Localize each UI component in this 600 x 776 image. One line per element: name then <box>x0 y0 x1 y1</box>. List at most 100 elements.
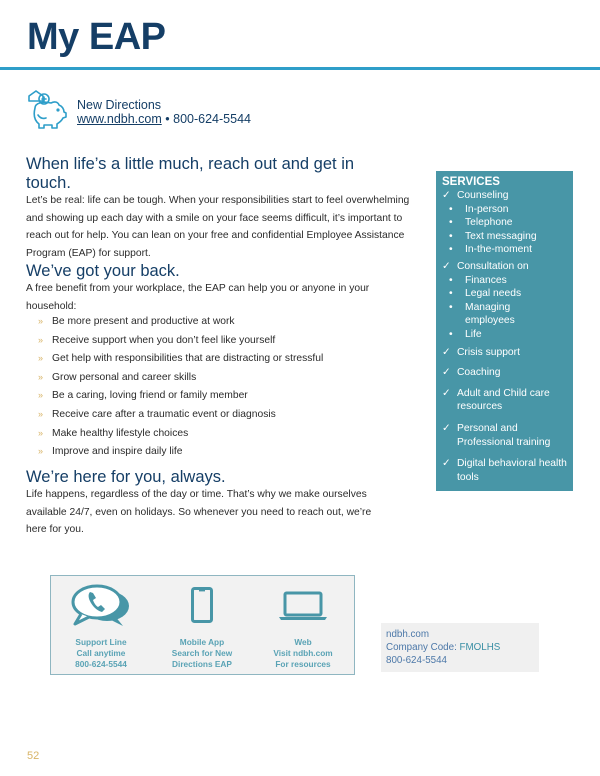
company-info-box: ndbh.com Company Code: FMOLHS 800-624-55… <box>381 623 539 672</box>
provider-name: New Directions <box>77 98 162 112</box>
list-item: » Make healthy lifestyle choices <box>38 424 323 443</box>
service-label: Crisis support <box>457 346 520 358</box>
service-item: ✓ Personal and Professional training <box>442 422 554 449</box>
bullet-marker-icon: » <box>38 390 44 401</box>
bullet-icon: • <box>449 328 453 340</box>
service-subitem: • Managing employees <box>446 301 536 328</box>
contact-option-line: For resources <box>275 659 331 669</box>
service-label: Consultation on <box>457 260 529 272</box>
piggy-bank-icon <box>28 90 67 129</box>
section-heading-got-your-back: We’ve got your back. <box>26 262 180 280</box>
provider-contact: www.ndbh.com • 800-624-5544 <box>77 112 251 126</box>
bullet-icon: • <box>449 217 453 229</box>
bullet-icon: • <box>449 230 453 242</box>
bullet-marker-icon: » <box>38 316 44 326</box>
contact-option-text: Support Line Call anytime 800-624-5544 <box>51 637 151 670</box>
contact-option-line: Visit ndbh.com <box>273 648 333 658</box>
service-subitem-label: Life <box>465 328 482 340</box>
service-label: Coaching <box>457 367 501 379</box>
list-item-text: Make healthy lifestyle choices <box>52 427 189 439</box>
section-body-reach-out: Let’s be real: life can be tough. When y… <box>26 195 410 259</box>
service-subitem: • Legal needs <box>446 287 573 301</box>
list-item-text: Get help with responsibilities that are … <box>52 353 324 365</box>
section-body-got-your-back: A free benefit from your workplace, the … <box>26 283 370 312</box>
bullet-marker-icon: » <box>38 446 44 457</box>
page-title: My EAP <box>27 16 166 58</box>
contact-option-title: Mobile App <box>179 637 225 647</box>
service-label: Counseling <box>457 190 509 201</box>
contact-option-line: Directions EAP <box>172 659 232 669</box>
service-label: Personal and Professional training <box>457 422 551 448</box>
phone-chat-icon <box>71 584 129 626</box>
contact-options-panel: Support Line Call anytime 800-624-5544 M… <box>50 575 355 675</box>
title-divider <box>0 67 600 70</box>
service-item: ✓ Consultation on <box>442 260 573 274</box>
checkmark-icon: ✓ <box>442 458 451 470</box>
company-code-value: FMOLHS <box>459 642 501 653</box>
contact-option-text: Web Visit ndbh.com For resources <box>253 637 353 670</box>
service-label: Adult and Child care resources <box>457 387 550 413</box>
service-sublist: • Finances • Legal needs • Managing employe… <box>446 274 573 342</box>
separator: • <box>165 112 170 126</box>
page-number: 52 <box>27 750 40 762</box>
checkmark-icon: ✓ <box>442 367 451 379</box>
service-subitem-label: Legal needs <box>465 288 522 300</box>
service-subitem-label: In-person <box>465 203 509 215</box>
contact-option-line: 800-624-5544 <box>75 659 127 669</box>
checkmark-icon: ✓ <box>442 387 451 399</box>
contact-option-text: Mobile App Search for New Directions EAP <box>152 637 252 670</box>
provider-website-link[interactable]: www.ndbh.com <box>77 112 162 126</box>
list-item-text: Receive support when you don’t feel like… <box>52 334 276 346</box>
service-subitem: • Telephone <box>446 216 573 230</box>
provider-header: New Directions www.ndbh.com • 800-624-55… <box>25 88 325 134</box>
service-item: ✓ Counseling <box>442 189 573 203</box>
info-phone: 800-624-5544 <box>386 655 448 666</box>
bullet-icon: • <box>449 288 453 300</box>
services-panel: SERVICES ✓ Counseling • In-person • Teleph… <box>436 171 573 491</box>
list-item: » Be more present and productive at work <box>38 312 323 331</box>
bullet-icon: • <box>449 203 453 215</box>
checkmark-icon: ✓ <box>442 260 451 272</box>
list-item: » Be a caring, loving friend or family me… <box>38 386 323 405</box>
section-heading-reach-out: When life’s a little much, reach out and… <box>26 155 355 192</box>
service-subitem-label: Telephone <box>465 217 513 229</box>
list-item-text: Be a caring, loving friend or family mem… <box>52 390 248 402</box>
service-item: ✓ Digital behavioral health tools <box>442 457 572 484</box>
checkmark-icon: ✓ <box>442 190 451 201</box>
service-subitem: • Life <box>446 328 573 342</box>
list-item: » Receive support when you don’t feel lik… <box>38 331 323 350</box>
bullet-icon: • <box>449 301 453 313</box>
service-item: ✓ Coaching <box>442 366 573 380</box>
section-heading-here-for-you: We’re here for you, always. <box>26 468 226 486</box>
service-item: ✓ Crisis support <box>442 346 573 360</box>
contact-option-line: Call anytime <box>76 648 126 658</box>
service-label: Digital behavioral health tools <box>457 458 567 483</box>
bullet-marker-icon: » <box>38 371 44 382</box>
contact-option-title: Web <box>294 637 312 647</box>
service-subitem-label: Text messaging <box>465 230 537 242</box>
info-website[interactable]: ndbh.com <box>386 628 539 641</box>
bullet-icon: • <box>449 244 453 256</box>
bullet-marker-icon: » <box>38 353 44 364</box>
list-item: » Get help with responsibilities that are… <box>38 349 323 368</box>
provider-phone: 800-624-5544 <box>173 112 251 126</box>
benefit-list: » Be more present and productive at work … <box>38 312 323 461</box>
list-item: » Grow personal and career skills <box>38 368 323 387</box>
bullet-marker-icon: » <box>38 334 44 345</box>
service-subitem: • In-person <box>446 203 573 217</box>
list-item-text: Receive care after a traumatic event or … <box>52 408 276 420</box>
service-subitem: • In-the-moment <box>446 243 573 257</box>
service-subitem: • Text messaging <box>446 230 573 244</box>
checkmark-icon: ✓ <box>442 346 451 358</box>
bullet-marker-icon: » <box>38 408 44 419</box>
service-item: ✓ Adult and Child care resources <box>442 387 554 414</box>
service-subitem: • Finances <box>446 274 573 288</box>
list-item-text: Improve and inspire daily life <box>52 446 183 458</box>
laptop-icon <box>279 591 327 620</box>
contact-option-title: Support Line <box>75 637 127 647</box>
list-item-text: Be more present and productive at work <box>52 316 235 327</box>
service-sublist: • In-person • Telephone • Text messaging • I… <box>446 203 573 257</box>
list-item-text: Grow personal and career skills <box>52 371 197 383</box>
mobile-phone-icon <box>191 587 213 623</box>
service-subitem-label: Managing employees <box>465 301 515 327</box>
